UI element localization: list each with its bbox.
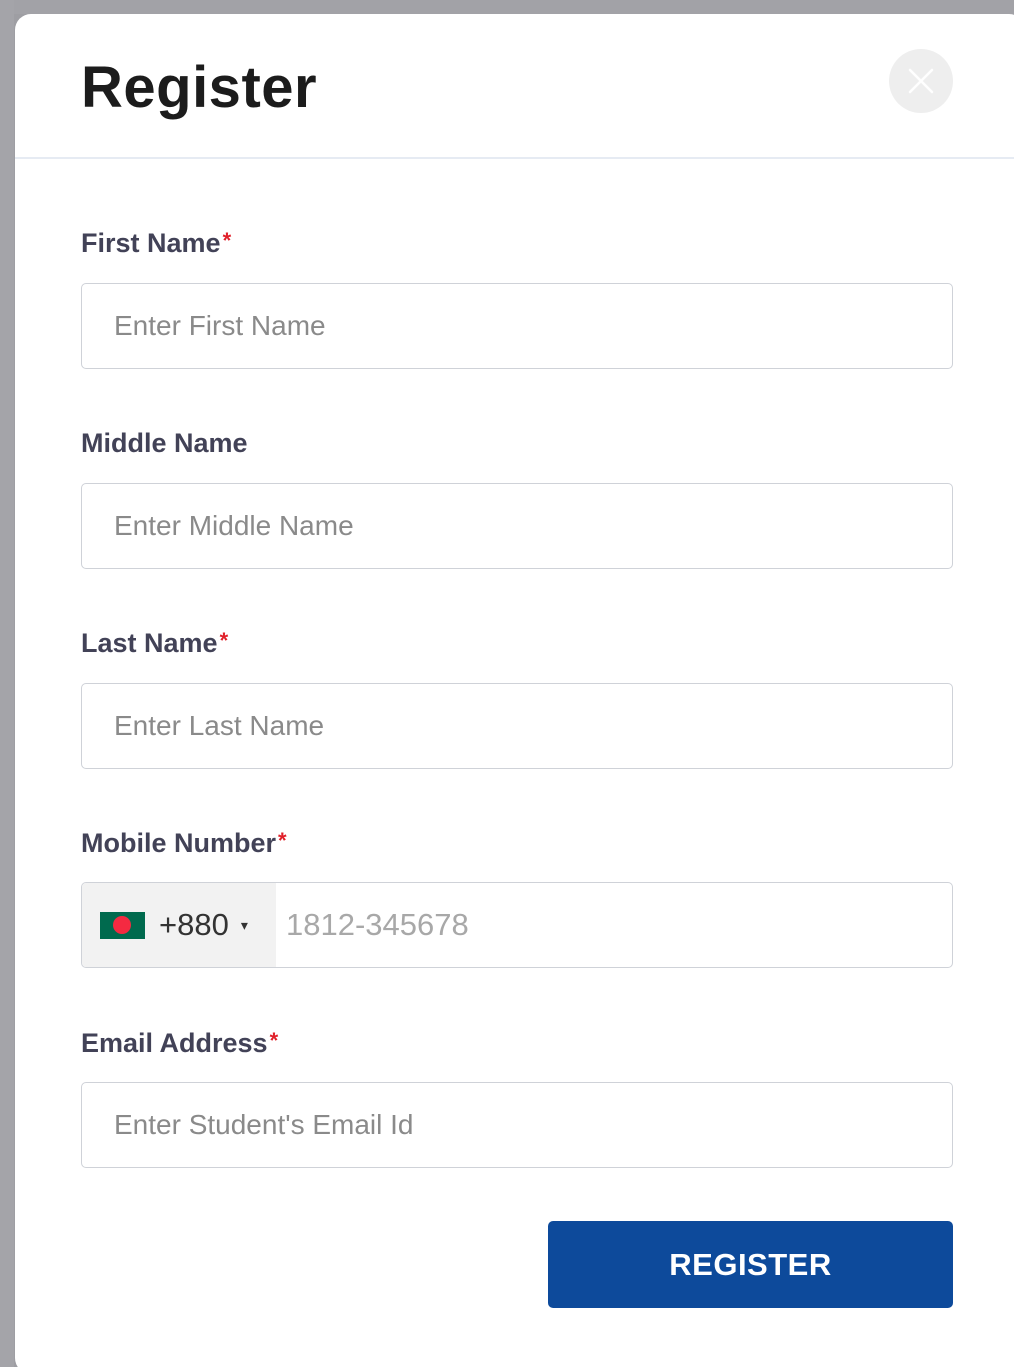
required-mark: * — [219, 628, 229, 653]
close-button[interactable] — [889, 49, 953, 113]
mobile-number-label: Mobile Number* — [81, 828, 287, 858]
middle-name-input[interactable] — [81, 483, 953, 569]
register-button[interactable]: REGISTER — [548, 1221, 953, 1308]
required-mark: * — [269, 1028, 279, 1053]
modal-title: Register — [81, 55, 318, 120]
backdrop — [0, 0, 1014, 14]
first-name-label: First Name* — [81, 228, 232, 258]
mobile-number-input[interactable] — [276, 883, 952, 967]
close-icon — [908, 68, 934, 94]
required-mark: * — [278, 828, 287, 853]
last-name-input[interactable] — [81, 683, 953, 769]
backdrop-edge — [0, 0, 14, 1367]
email-input[interactable] — [81, 1082, 953, 1168]
modal-header: Register — [15, 14, 1014, 159]
country-code-select[interactable]: +880 ▾ — [82, 883, 276, 967]
register-modal: Register First Name* Middle Name Last Na… — [15, 14, 1014, 1367]
first-name-input[interactable] — [81, 283, 953, 369]
dial-code: +880 — [159, 907, 229, 942]
mobile-number-field: +880 ▾ — [81, 882, 953, 968]
middle-name-label: Middle Name — [81, 428, 248, 458]
last-name-label: Last Name* — [81, 628, 229, 658]
chevron-down-icon: ▾ — [240, 916, 248, 933]
email-label: Email Address* — [81, 1028, 279, 1058]
required-mark: * — [222, 228, 232, 253]
bangladesh-flag-icon — [100, 911, 145, 939]
